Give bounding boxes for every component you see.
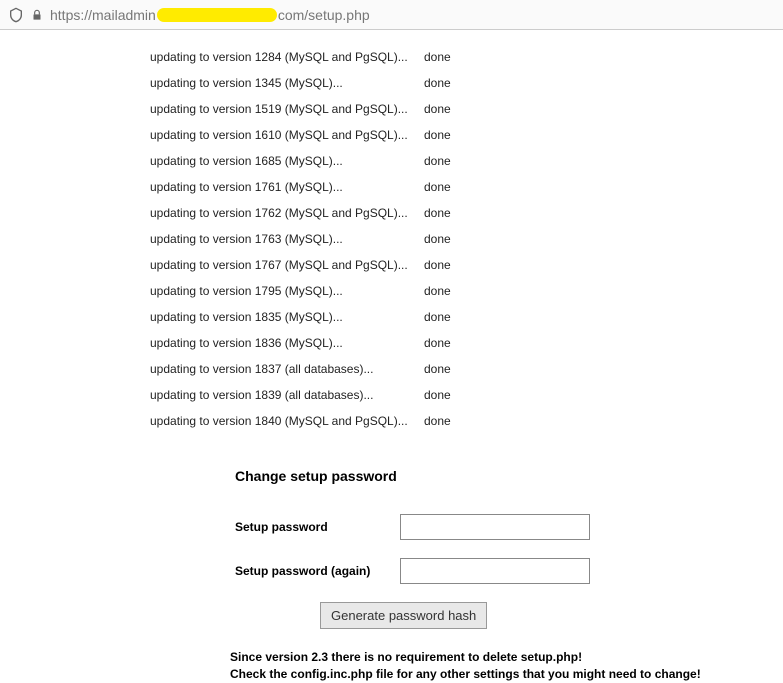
log-message: updating to version 1836 (MySQL)... bbox=[150, 336, 422, 350]
log-status: done bbox=[424, 76, 451, 90]
log-row: updating to version 1836 (MySQL)...done bbox=[150, 336, 783, 350]
log-message: updating to version 1685 (MySQL)... bbox=[150, 154, 422, 168]
button-row: Generate password hash bbox=[320, 602, 783, 629]
address-bar: https://mailadmin com/setup.php bbox=[0, 0, 783, 30]
url-prefix: https://mailadmin bbox=[50, 7, 156, 23]
url-redacted-highlight bbox=[157, 8, 277, 22]
log-row: updating to version 1762 (MySQL and PgSQ… bbox=[150, 206, 783, 220]
log-status: done bbox=[424, 362, 451, 376]
log-message: updating to version 1762 (MySQL and PgSQ… bbox=[150, 206, 422, 220]
log-row: updating to version 1761 (MySQL)...done bbox=[150, 180, 783, 194]
log-status: done bbox=[424, 258, 451, 272]
log-status: done bbox=[424, 232, 451, 246]
log-row: updating to version 1610 (MySQL and PgSQ… bbox=[150, 128, 783, 142]
log-message: updating to version 1837 (all databases)… bbox=[150, 362, 422, 376]
log-status: done bbox=[424, 180, 451, 194]
url-display[interactable]: https://mailadmin com/setup.php bbox=[50, 7, 370, 23]
log-row: updating to version 1345 (MySQL)...done bbox=[150, 76, 783, 90]
log-row: updating to version 1795 (MySQL)...done bbox=[150, 284, 783, 298]
log-row: updating to version 1519 (MySQL and PgSQ… bbox=[150, 102, 783, 116]
setup-password-input[interactable] bbox=[400, 514, 590, 540]
log-message: updating to version 1839 (all databases)… bbox=[150, 388, 422, 402]
label-setup-password: Setup password bbox=[235, 520, 400, 534]
change-password-form: Change setup password Setup password Set… bbox=[235, 468, 783, 683]
log-row: updating to version 1284 (MySQL and PgSQ… bbox=[150, 50, 783, 64]
log-message: updating to version 1840 (MySQL and PgSQ… bbox=[150, 414, 422, 428]
log-status: done bbox=[424, 284, 451, 298]
log-row: updating to version 1685 (MySQL)...done bbox=[150, 154, 783, 168]
generate-hash-button[interactable]: Generate password hash bbox=[320, 602, 487, 629]
lock-icon bbox=[30, 8, 44, 22]
page-content: updating to version 1284 (MySQL and PgSQ… bbox=[0, 30, 783, 683]
footer-line-2: Check the config.inc.php file for any ot… bbox=[230, 666, 783, 683]
log-message: updating to version 1767 (MySQL and PgSQ… bbox=[150, 258, 422, 272]
form-heading: Change setup password bbox=[235, 468, 783, 484]
label-setup-password-again: Setup password (again) bbox=[235, 564, 400, 578]
log-status: done bbox=[424, 310, 451, 324]
log-status: done bbox=[424, 50, 451, 64]
log-message: updating to version 1835 (MySQL)... bbox=[150, 310, 422, 324]
log-message: updating to version 1345 (MySQL)... bbox=[150, 76, 422, 90]
log-status: done bbox=[424, 128, 451, 142]
setup-password-again-input[interactable] bbox=[400, 558, 590, 584]
log-status: done bbox=[424, 206, 451, 220]
log-status: done bbox=[424, 154, 451, 168]
update-log: updating to version 1284 (MySQL and PgSQ… bbox=[150, 50, 783, 428]
log-row: updating to version 1767 (MySQL and PgSQ… bbox=[150, 258, 783, 272]
log-status: done bbox=[424, 388, 451, 402]
log-row: updating to version 1763 (MySQL)...done bbox=[150, 232, 783, 246]
log-row: updating to version 1839 (all databases)… bbox=[150, 388, 783, 402]
log-row: updating to version 1840 (MySQL and PgSQ… bbox=[150, 414, 783, 428]
log-status: done bbox=[424, 336, 451, 350]
form-row-password: Setup password bbox=[235, 514, 783, 540]
log-row: updating to version 1835 (MySQL)...done bbox=[150, 310, 783, 324]
log-message: updating to version 1284 (MySQL and PgSQ… bbox=[150, 50, 422, 64]
log-status: done bbox=[424, 414, 451, 428]
log-row: updating to version 1837 (all databases)… bbox=[150, 362, 783, 376]
log-message: updating to version 1763 (MySQL)... bbox=[150, 232, 422, 246]
log-message: updating to version 1519 (MySQL and PgSQ… bbox=[150, 102, 422, 116]
footer-note: Since version 2.3 there is no requiremen… bbox=[230, 649, 783, 683]
log-message: updating to version 1610 (MySQL and PgSQ… bbox=[150, 128, 422, 142]
log-status: done bbox=[424, 102, 451, 116]
url-suffix: com/setup.php bbox=[278, 7, 370, 23]
log-message: updating to version 1761 (MySQL)... bbox=[150, 180, 422, 194]
form-row-password-again: Setup password (again) bbox=[235, 558, 783, 584]
shield-icon bbox=[8, 7, 24, 23]
log-message: updating to version 1795 (MySQL)... bbox=[150, 284, 422, 298]
